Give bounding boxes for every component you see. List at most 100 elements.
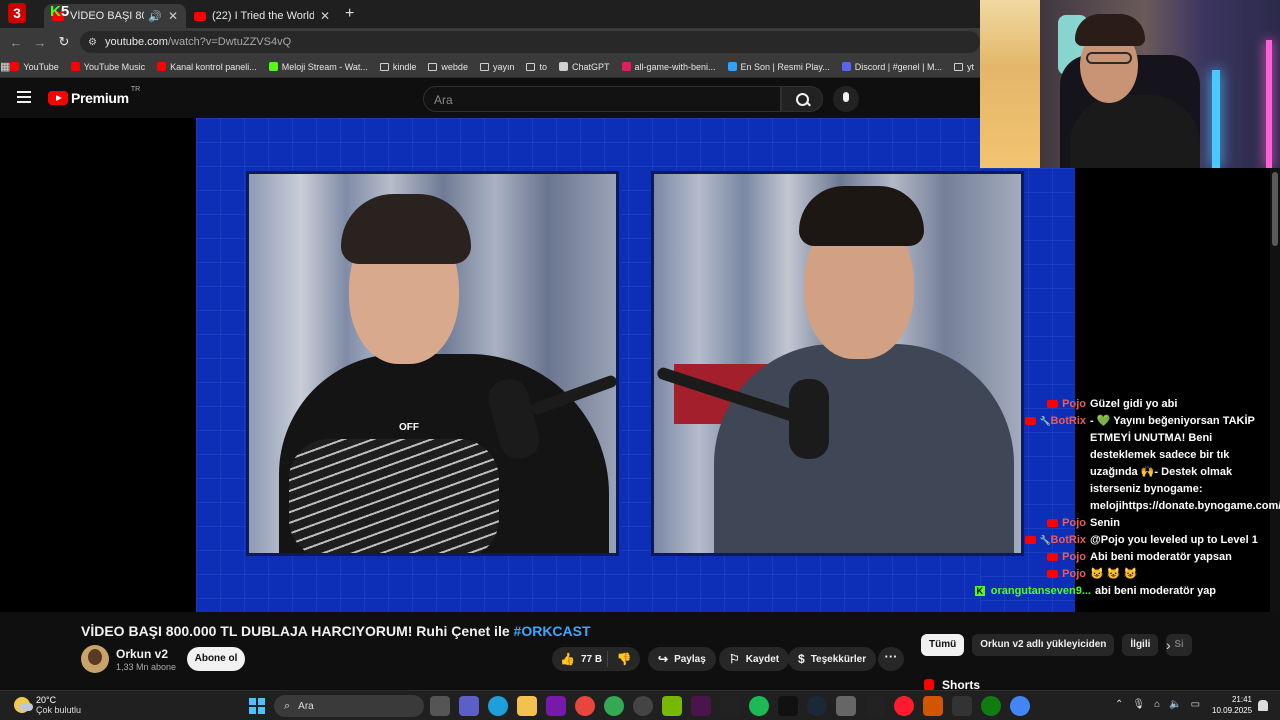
- chrome-icon[interactable]: [575, 696, 595, 716]
- camera-icon[interactable]: [836, 696, 856, 716]
- app-icon[interactable]: [923, 696, 943, 716]
- notification-bell-icon[interactable]: [1258, 700, 1268, 711]
- battery-icon[interactable]: ▭: [1191, 699, 1200, 710]
- close-tab-icon[interactable]: ✕: [168, 9, 178, 23]
- like-button[interactable]: 👍 77 B: [552, 651, 608, 667]
- app-icon[interactable]: [865, 696, 885, 716]
- chrome-icon[interactable]: [1010, 696, 1030, 716]
- youtube-premium-logo[interactable]: Premium TR: [48, 86, 140, 106]
- bookmark-label: yayın: [492, 61, 515, 72]
- thanks-button[interactable]: $ Teşekkürler: [788, 647, 877, 671]
- youtube-badge-icon: [1024, 536, 1036, 545]
- search-button[interactable]: [781, 86, 823, 112]
- kick-icon: K: [50, 3, 61, 20]
- edge-icon[interactable]: [488, 696, 508, 716]
- forward-icon[interactable]: →: [28, 35, 52, 50]
- bookmarks-bar: ▦ YouTube YouTube Music Kanal kontrol pane…: [0, 56, 980, 78]
- bookmark-item[interactable]: YouTube Music: [70, 62, 145, 72]
- bookmark-item[interactable]: kindle: [379, 62, 416, 72]
- new-tab-button[interactable]: +: [345, 5, 354, 23]
- discord-icon: [841, 62, 851, 71]
- chat-text: 😺 😺 😺: [1090, 568, 1138, 580]
- search-bar: Ara: [423, 86, 823, 112]
- tab-title: VİDEO BAŞI 800.000 TL: [70, 10, 144, 22]
- bookmark-item[interactable]: yt: [953, 61, 974, 72]
- search-input[interactable]: Ara: [423, 86, 781, 112]
- address-bar[interactable]: ⚙ youtube.com/watch?v=DwtuZZVS4vQ: [80, 31, 980, 53]
- logo-wordmark: Premium: [71, 90, 129, 106]
- bookmark-item[interactable]: ChatGPT: [558, 62, 610, 72]
- bookmark-item[interactable]: Discord | #genel | M...: [841, 62, 942, 72]
- streamer: [1070, 95, 1200, 168]
- save-button[interactable]: ⚐ Kaydet: [719, 647, 790, 671]
- capcut-icon[interactable]: [720, 696, 740, 716]
- weather-desc: Çok bulutlu: [36, 705, 82, 715]
- apps-grid-icon[interactable]: ▦: [0, 60, 10, 73]
- browser-tab[interactable]: (22) I Tried the World's Best KFC ✕: [186, 4, 338, 28]
- voice-search-icon[interactable]: [833, 86, 859, 112]
- hashtag-link[interactable]: #ORKCAST: [514, 623, 591, 639]
- chat-message: Pojo Güzel gidi yo abi: [1000, 396, 1275, 413]
- chevron-right-icon[interactable]: ›: [1166, 637, 1171, 653]
- thanks-label: Teşekkürler: [810, 653, 867, 665]
- opera-icon[interactable]: [894, 696, 914, 716]
- chat-text: @Pojo you leveled up to Level 1: [1090, 534, 1258, 546]
- bookmark-label: yt: [966, 61, 974, 72]
- weather-widget[interactable]: 20°C Çok bulutlu: [14, 695, 81, 715]
- teams-icon[interactable]: [459, 696, 479, 716]
- system-tray: ⌃ 🎙 ⌂ 🔈 ▭: [1115, 699, 1209, 710]
- filter-chip[interactable]: Orkun v2 adlı yükleyiciden: [972, 634, 1115, 656]
- epic-games-icon[interactable]: [952, 696, 972, 716]
- app-icon[interactable]: [604, 696, 624, 716]
- network-icon[interactable]: ⌂: [1154, 699, 1160, 710]
- menu-icon[interactable]: [17, 91, 31, 103]
- nvidia-icon[interactable]: [662, 696, 682, 716]
- site-info-icon[interactable]: ⚙: [88, 37, 97, 48]
- filter-chip[interactable]: Tümü: [921, 634, 965, 656]
- kick-icon: K: [974, 586, 985, 597]
- more-actions-icon[interactable]: ···: [878, 647, 904, 671]
- folder-icon: [526, 62, 536, 71]
- bookmark-item[interactable]: YouTube: [10, 62, 59, 72]
- scroll-thumb[interactable]: [1272, 172, 1278, 246]
- task-view-icon[interactable]: [430, 696, 450, 716]
- file-explorer-icon[interactable]: [517, 696, 537, 716]
- bookmark-item[interactable]: yayın: [479, 61, 515, 72]
- chat-message: Pojo Abi beni moderatör yapsan: [1000, 549, 1275, 566]
- video-title: VİDEO BAŞI 800.000 TL DUBLAJA HARCIYORUM…: [81, 623, 591, 639]
- kick-icon[interactable]: [778, 696, 798, 716]
- slack-icon[interactable]: [691, 696, 711, 716]
- bookmark-item[interactable]: Kanal kontrol paneli...: [157, 62, 257, 72]
- channel-name[interactable]: Orkun v2: [116, 647, 168, 661]
- clock[interactable]: 21:41 10.09.2025: [1212, 694, 1252, 716]
- channel-avatar[interactable]: [81, 645, 109, 673]
- subscribe-button[interactable]: Abone ol: [187, 647, 245, 671]
- speaker-icon[interactable]: 🔊: [148, 10, 162, 23]
- steam-icon[interactable]: [807, 696, 827, 716]
- chat-username: Pojo: [1062, 517, 1086, 529]
- chat-username: Pojo: [1062, 568, 1086, 580]
- bookmark-item[interactable]: all-game-with-beni...: [621, 62, 716, 72]
- xbox-icon[interactable]: [981, 696, 1001, 716]
- windows-start-icon[interactable]: [249, 698, 265, 714]
- taskbar-search[interactable]: ⌕ Ara: [274, 695, 424, 717]
- bookmark-item[interactable]: to: [526, 62, 547, 72]
- bookmark-item[interactable]: webde: [428, 62, 468, 72]
- dislike-button[interactable]: 👎: [608, 652, 640, 666]
- chevron-up-icon[interactable]: ⌃: [1115, 699, 1123, 710]
- chat-text: Senin: [1090, 517, 1120, 529]
- chat-message: 🔧BotRix - 💚 Yayını beğeniyorsan TAKİP ETM…: [1000, 413, 1280, 515]
- microphone-icon[interactable]: 🎙: [1132, 699, 1145, 710]
- share-button[interactable]: ↪ Paylaş: [648, 647, 716, 671]
- reload-icon[interactable]: ↻: [52, 34, 76, 50]
- onenote-icon[interactable]: [546, 696, 566, 716]
- spotify-icon[interactable]: [749, 696, 769, 716]
- obs-icon[interactable]: [633, 696, 653, 716]
- volume-icon[interactable]: 🔈: [1169, 699, 1181, 710]
- back-icon[interactable]: ←: [4, 35, 28, 50]
- bookmark-item[interactable]: En Son | Resmi Play...: [727, 62, 830, 72]
- like-dislike-pill: 👍 77 B 👎: [552, 647, 640, 671]
- bookmark-item[interactable]: Meloji Stream - Wat...: [268, 62, 368, 72]
- close-tab-icon[interactable]: ✕: [320, 9, 330, 23]
- filter-chip[interactable]: İlgili: [1122, 634, 1159, 656]
